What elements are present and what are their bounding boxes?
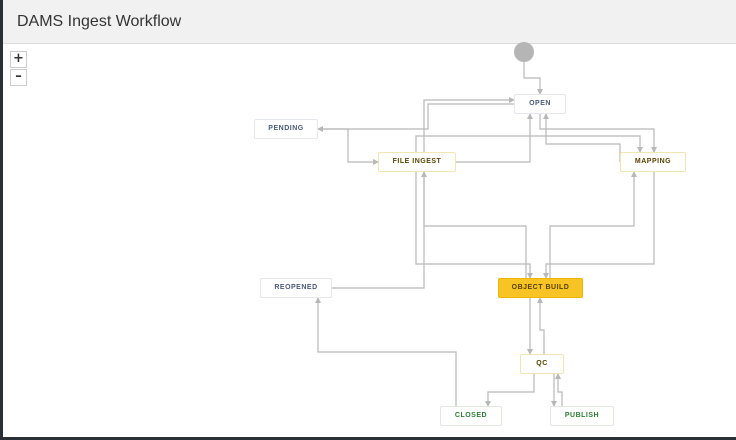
transition-open-mapping bbox=[539, 114, 657, 153]
workflow-canvas[interactable]: OPEN PENDING FILE INGEST MAPPING REOPENE… bbox=[0, 42, 736, 440]
transition-fileingest-objectbuild bbox=[415, 172, 533, 279]
status-object-build[interactable]: OBJECT BUILD bbox=[498, 278, 583, 298]
header-bar: DAMS Ingest Workflow bbox=[3, 0, 736, 44]
workflow-start-node bbox=[514, 42, 534, 62]
transition-pending-fileingest bbox=[318, 128, 379, 165]
transition-reopened-open bbox=[332, 97, 515, 289]
transition-objectbuild-fileingest bbox=[421, 171, 527, 278]
transition-mapping-objectbuild bbox=[543, 172, 655, 279]
status-reopened[interactable]: REOPENED bbox=[260, 278, 332, 298]
transition-start-open bbox=[523, 62, 543, 95]
transition-connectors bbox=[315, 62, 657, 407]
transition-qc-objectbuild bbox=[537, 297, 545, 354]
status-file-ingest[interactable]: FILE INGEST bbox=[378, 152, 456, 172]
status-mapping[interactable]: MAPPING bbox=[620, 152, 686, 172]
status-publish[interactable]: PUBLISH bbox=[550, 406, 614, 426]
page-title: DAMS Ingest Workflow bbox=[17, 13, 182, 30]
transition-mapping-open bbox=[543, 113, 621, 162]
transition-open-pending bbox=[317, 103, 514, 132]
transition-fileingest-open bbox=[456, 113, 533, 163]
status-pending[interactable]: PENDING bbox=[254, 119, 318, 139]
status-open[interactable]: OPEN bbox=[514, 94, 566, 114]
status-closed[interactable]: CLOSED bbox=[440, 406, 502, 426]
transition-closed-reopened bbox=[315, 297, 457, 406]
transition-qc-closed bbox=[485, 374, 535, 407]
status-qc[interactable]: QC bbox=[520, 354, 564, 374]
transition-objectbuild-mapping bbox=[549, 171, 637, 278]
transition-publish-qc bbox=[555, 373, 563, 406]
